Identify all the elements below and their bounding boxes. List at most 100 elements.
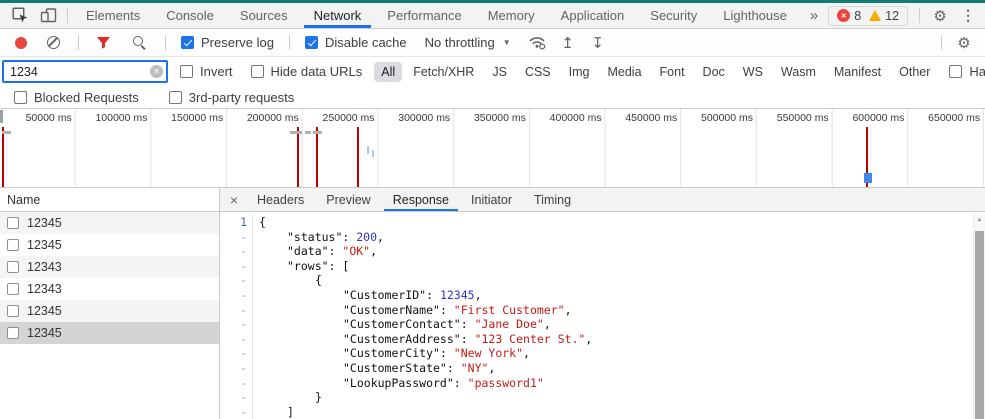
request-checkbox[interactable] bbox=[7, 327, 19, 339]
divider bbox=[78, 35, 79, 50]
request-type-filter[interactable]: Fetch/XHR bbox=[406, 62, 481, 82]
devtools-menu-icon[interactable]: ⋮ bbox=[955, 4, 981, 28]
main-tab[interactable]: Memory bbox=[475, 3, 548, 28]
line-number: - bbox=[220, 376, 253, 391]
code-text: "CustomerID": 12345, bbox=[253, 288, 482, 303]
request-type-filter[interactable]: Img bbox=[562, 62, 597, 82]
scrollbar-thumb[interactable] bbox=[975, 231, 984, 419]
main-tab[interactable]: Sources bbox=[227, 3, 301, 28]
main-tab[interactable]: Elements bbox=[73, 3, 153, 28]
request-row[interactable]: 12345 bbox=[0, 300, 219, 322]
request-checkbox[interactable] bbox=[7, 261, 19, 273]
code-text: "CustomerAddress": "123 Center St.", bbox=[253, 332, 592, 347]
request-name: 12345 bbox=[27, 326, 62, 340]
has-blocked-cookies-label: Has blocked cookies bbox=[969, 64, 985, 79]
preserve-log-checkbox[interactable]: Preserve log bbox=[175, 35, 280, 50]
more-tabs-icon[interactable]: » bbox=[800, 7, 828, 24]
main-tab[interactable]: Console bbox=[153, 3, 227, 28]
filter-input[interactable] bbox=[2, 60, 168, 83]
request-row[interactable]: 12345 bbox=[0, 212, 219, 234]
request-row[interactable]: 12345 bbox=[0, 234, 219, 256]
line-number: - bbox=[220, 303, 253, 318]
scrollbar-up-arrow-icon[interactable]: ▲ bbox=[974, 213, 985, 227]
disable-cache-checkbox[interactable]: Disable cache bbox=[299, 35, 413, 50]
request-type-filter[interactable]: Wasm bbox=[774, 62, 823, 82]
request-checkbox[interactable] bbox=[7, 305, 19, 317]
network-conditions-icon[interactable] bbox=[523, 31, 551, 55]
filter-icon[interactable] bbox=[96, 36, 111, 50]
filter-pill-label: Media bbox=[607, 65, 641, 79]
timeline-tick-label: 650000 ms bbox=[894, 112, 980, 124]
request-type-filter[interactable]: CSS bbox=[518, 62, 558, 82]
clear-network-log-icon[interactable] bbox=[47, 36, 60, 49]
request-row[interactable]: 12343 bbox=[0, 278, 219, 300]
detail-tab[interactable]: Timing bbox=[523, 188, 582, 211]
issues-badge[interactable]: ✕ 8 12 bbox=[828, 6, 908, 26]
export-har-icon[interactable]: ↧ bbox=[585, 31, 611, 55]
third-party-requests-label: 3rd-party requests bbox=[189, 90, 295, 105]
request-type-filters: All Fetch/XHRJSCSSImg Media FontDocWS Wasm Ma… bbox=[374, 62, 937, 82]
detail-tab[interactable]: Initiator bbox=[460, 188, 523, 211]
response-scrollbar[interactable]: ▲ bbox=[973, 213, 985, 419]
code-line: -{ bbox=[220, 273, 985, 288]
throttling-select[interactable]: No throttling ▼ bbox=[417, 35, 519, 50]
detail-tab[interactable]: Headers bbox=[246, 188, 315, 211]
code-line: 1{ bbox=[220, 215, 985, 230]
load-event-line bbox=[316, 127, 318, 187]
detail-tab[interactable]: Response bbox=[382, 188, 460, 211]
main-tab[interactable]: Performance bbox=[374, 3, 474, 28]
divider bbox=[941, 35, 942, 50]
filter-pill-label: All bbox=[381, 65, 395, 79]
filter-pill-label: Wasm bbox=[781, 65, 816, 79]
request-row[interactable]: 12345 bbox=[0, 322, 219, 344]
hide-data-urls-checkbox[interactable]: Hide data URLs bbox=[245, 64, 369, 79]
filter-input-wrap: ✕ bbox=[2, 60, 168, 83]
request-checkbox[interactable] bbox=[7, 217, 19, 229]
network-overview-timeline[interactable]: 50000 ms100000 ms150000 ms200000 ms25000… bbox=[0, 108, 985, 188]
record-network-log-button[interactable] bbox=[15, 37, 27, 49]
request-mark-blue bbox=[864, 173, 872, 183]
search-icon[interactable] bbox=[132, 35, 147, 50]
request-type-filter[interactable]: Other bbox=[892, 62, 937, 82]
main-tab[interactable]: Network bbox=[301, 3, 375, 28]
request-type-filter[interactable]: Media bbox=[600, 62, 648, 82]
request-type-filter[interactable]: All bbox=[374, 62, 402, 82]
request-checkbox[interactable] bbox=[7, 239, 19, 251]
code-line: -} bbox=[220, 390, 985, 405]
tabbar-right-controls: ✕ 8 12 ⚙ ⋮ ✕ bbox=[828, 4, 985, 28]
request-checkbox[interactable] bbox=[7, 283, 19, 295]
disable-cache-label: Disable cache bbox=[325, 35, 407, 50]
invert-checkbox[interactable]: Invert bbox=[174, 64, 239, 79]
main-tab[interactable]: Lighthouse bbox=[710, 3, 800, 28]
requests-name-column-header[interactable]: Name bbox=[0, 188, 219, 212]
request-type-filter[interactable]: Font bbox=[653, 62, 692, 82]
main-tab[interactable]: Application bbox=[548, 3, 638, 28]
request-type-filter[interactable]: JS bbox=[485, 62, 514, 82]
code-line: -"rows": [ bbox=[220, 259, 985, 274]
request-mark-gray bbox=[305, 131, 311, 134]
clear-filter-icon[interactable]: ✕ bbox=[150, 65, 163, 78]
code-line: -"data": "OK", bbox=[220, 244, 985, 259]
request-type-filter[interactable]: Manifest bbox=[827, 62, 888, 82]
inspect-element-icon[interactable] bbox=[6, 4, 34, 28]
import-har-icon[interactable]: ↥ bbox=[555, 31, 581, 55]
main-tab[interactable]: Security bbox=[637, 3, 710, 28]
has-blocked-cookies-checkbox[interactable]: Has blocked cookies bbox=[943, 64, 985, 79]
line-number: - bbox=[220, 230, 253, 245]
hide-data-urls-label: Hide data URLs bbox=[271, 64, 363, 79]
device-toolbar-icon[interactable] bbox=[34, 4, 62, 28]
third-party-requests-checkbox[interactable]: 3rd-party requests bbox=[163, 90, 301, 105]
request-type-filter[interactable]: WS bbox=[736, 62, 770, 82]
close-detail-icon[interactable]: × bbox=[222, 188, 246, 211]
blocked-requests-checkbox[interactable]: Blocked Requests bbox=[8, 90, 145, 105]
main-tab-label: Sources bbox=[240, 8, 288, 23]
request-mark-blue bbox=[367, 146, 369, 154]
response-code[interactable]: 1{-"status": 200,-"data": "OK",-"rows": … bbox=[220, 212, 985, 419]
request-detail-panel: × HeadersPreviewResponseInitiatorTiming … bbox=[220, 188, 985, 419]
request-row[interactable]: 12343 bbox=[0, 256, 219, 278]
detail-tab[interactable]: Preview bbox=[315, 188, 381, 211]
network-settings-icon[interactable]: ⚙ bbox=[951, 31, 977, 55]
request-type-filter[interactable]: Doc bbox=[696, 62, 732, 82]
devtools-settings-icon[interactable]: ⚙ bbox=[927, 4, 953, 28]
main-tab-label: Lighthouse bbox=[723, 8, 787, 23]
